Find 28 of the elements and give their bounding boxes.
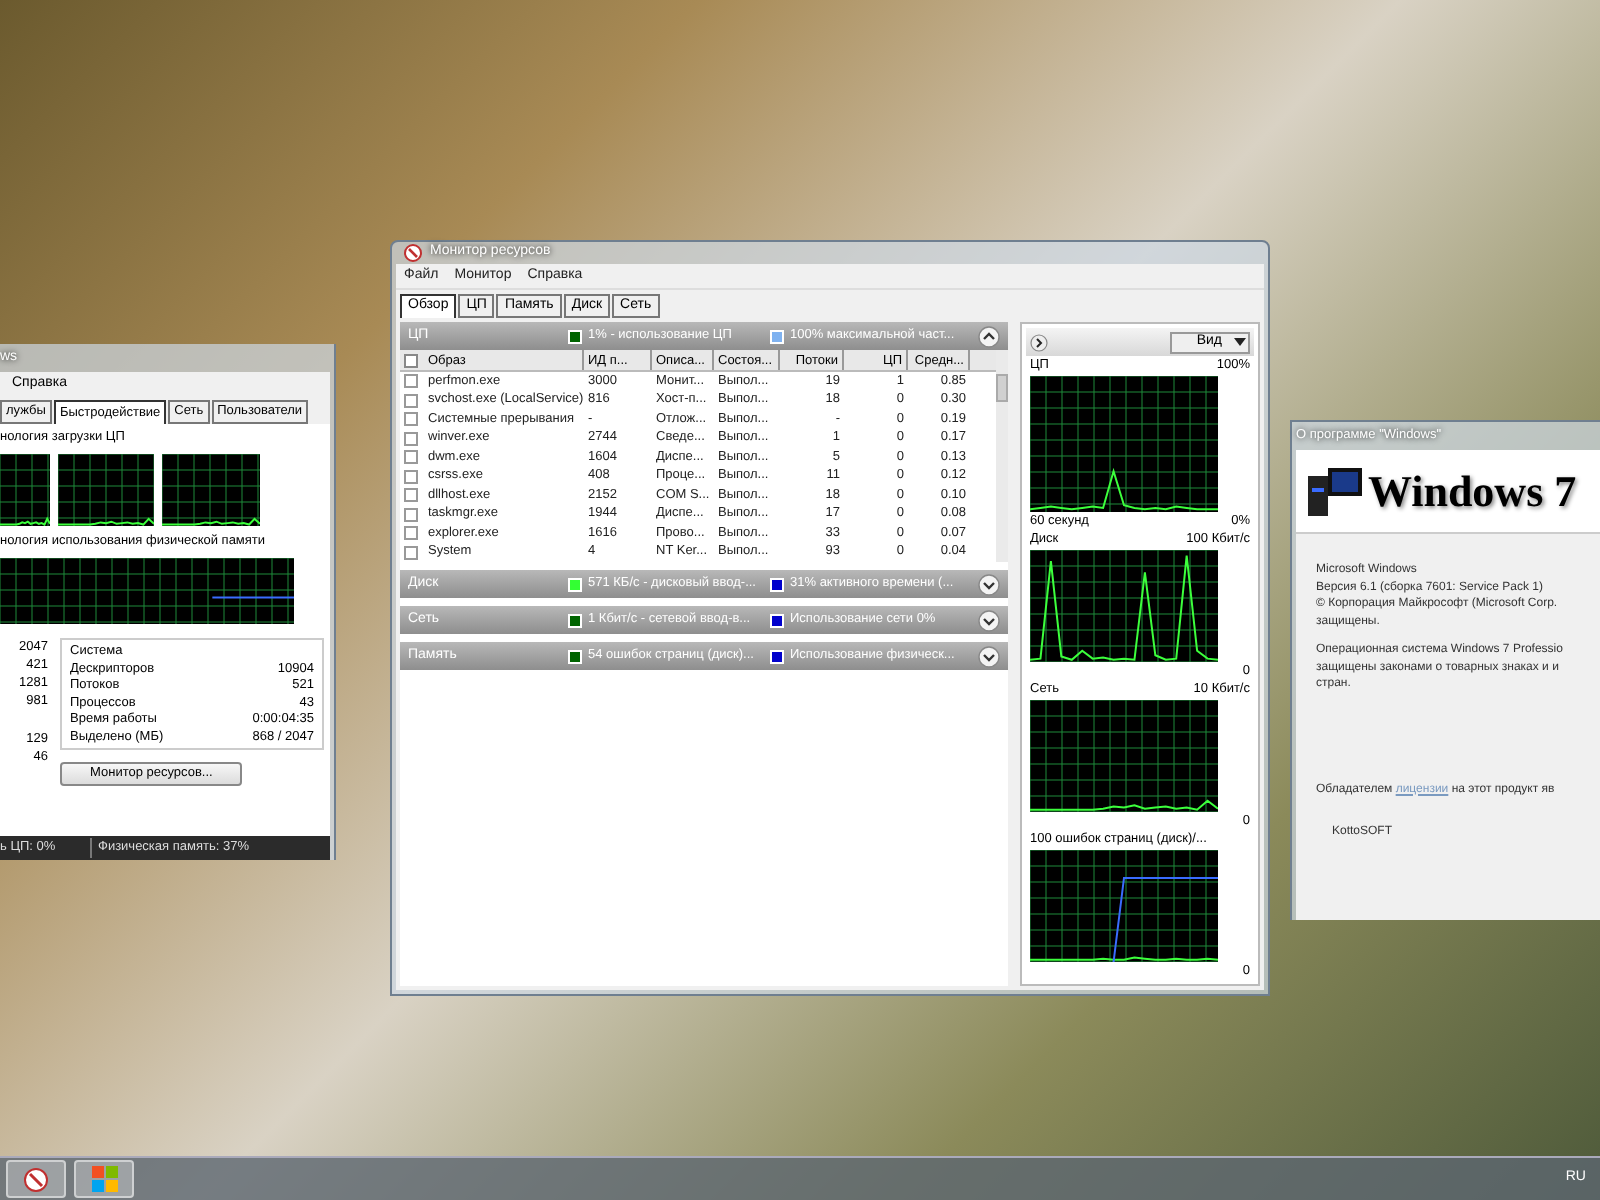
app-icon [24, 1167, 48, 1191]
dropdown-caret-icon [1234, 336, 1246, 348]
expand-icon[interactable] [978, 609, 1000, 631]
checkbox[interactable] [404, 374, 418, 389]
checkbox[interactable] [404, 354, 418, 368]
taskbar-button[interactable] [6, 1160, 66, 1198]
checkbox[interactable] [404, 393, 418, 408]
expand-icon[interactable] [978, 645, 1000, 667]
checkbox[interactable] [404, 431, 418, 446]
windows-logo-icon [91, 1166, 117, 1192]
checkbox[interactable] [404, 412, 418, 427]
computer-icon [1304, 463, 1364, 519]
activity-graph [162, 453, 260, 526]
checkbox[interactable] [404, 469, 418, 484]
expand-icon[interactable] [978, 573, 1000, 595]
checkbox[interactable] [404, 488, 418, 503]
activity-graph [0, 453, 50, 526]
checkbox[interactable] [404, 545, 418, 560]
activity-graph [58, 453, 154, 526]
checkbox[interactable] [404, 450, 418, 465]
taskbar-button[interactable] [74, 1160, 134, 1198]
checkbox[interactable] [404, 507, 418, 522]
windows-logo-text: Windows 7 [1368, 469, 1577, 513]
checkbox[interactable] [404, 526, 418, 541]
scrollbar[interactable] [996, 350, 1008, 562]
app-icon [404, 244, 422, 262]
collapse-icon[interactable] [978, 325, 1000, 347]
arrow-right-icon[interactable] [1030, 333, 1048, 351]
